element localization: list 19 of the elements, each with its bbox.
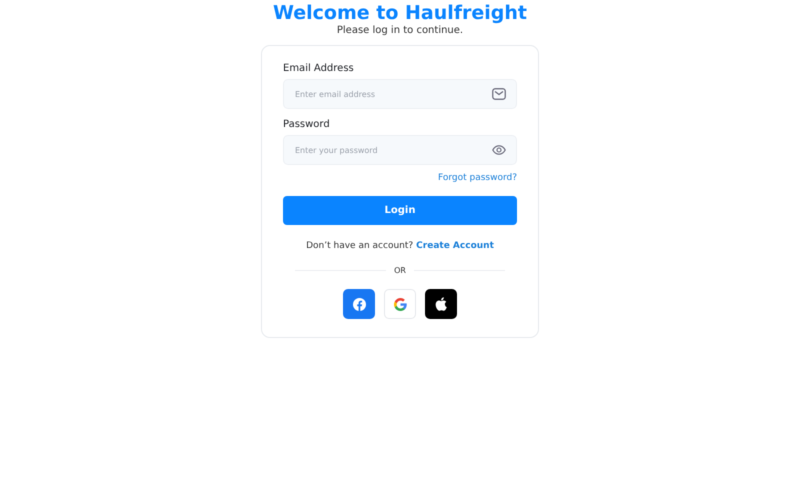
- apple-button[interactable]: [425, 289, 457, 319]
- forgot-password-link[interactable]: Forgot password?: [438, 173, 517, 183]
- envelope-icon: [492, 88, 506, 100]
- login-button[interactable]: Login: [283, 196, 517, 225]
- field-label: Password: [283, 119, 331, 130]
- google-logo-icon: [394, 298, 406, 310]
- facebook-logo-icon: [352, 298, 366, 310]
- signup-prompt: Don’t have an account?: [306, 241, 414, 251]
- divider-label: OR: [394, 266, 406, 275]
- apple-logo-icon: [435, 297, 447, 311]
- google-button[interactable]: [384, 289, 416, 319]
- input-field[interactable]: Enter email address: [283, 79, 517, 109]
- create-account-link[interactable]: Create Account: [416, 241, 494, 251]
- field-label: Email Address: [283, 63, 355, 74]
- page-subtitle: Please log in to continue.: [336, 24, 464, 37]
- input-field[interactable]: Enter your password: [283, 135, 517, 165]
- page-title: Welcome to Haulfreight: [272, 2, 528, 24]
- facebook-button[interactable]: [343, 289, 375, 319]
- eye-icon[interactable]: [492, 145, 506, 155]
